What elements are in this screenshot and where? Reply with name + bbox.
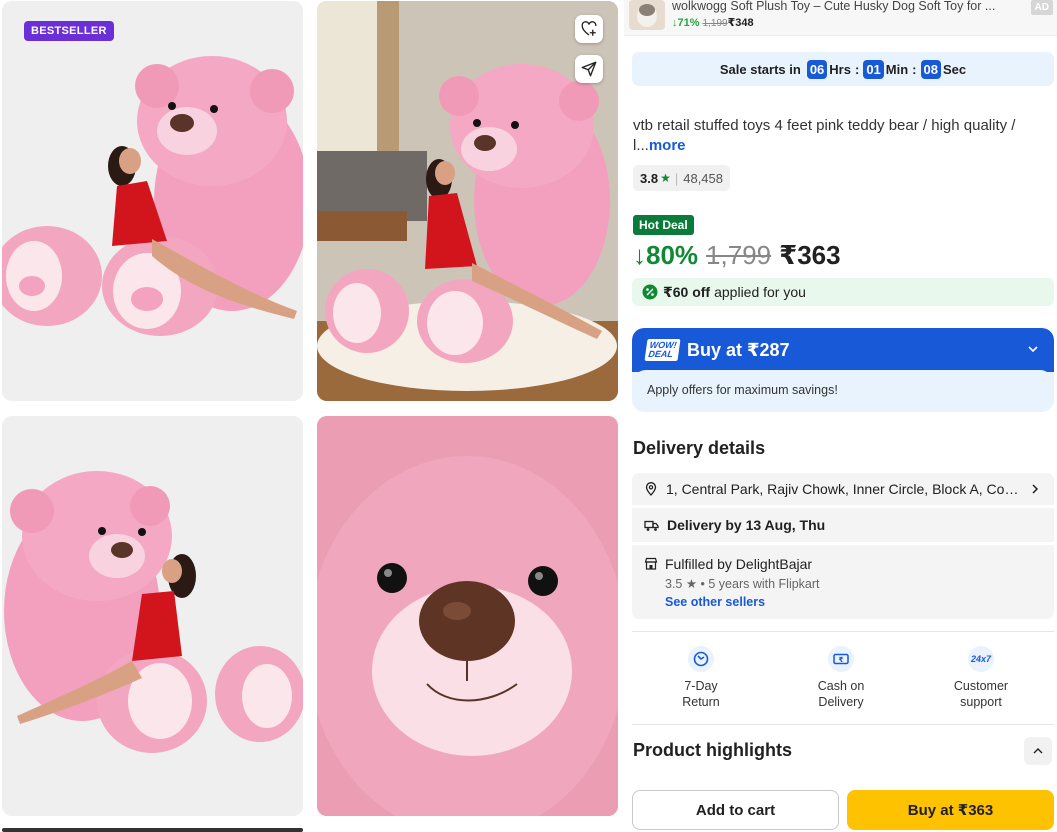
price-row: ↓80% 1,799 ₹363 (633, 240, 841, 271)
wow-deal-logo: WOW! DEAL (644, 339, 681, 361)
product-image-4[interactable] (317, 416, 618, 816)
rating-value: 3.8 (640, 170, 659, 186)
product-title: vtb retail stuffed toys 4 feet pink tedd… (633, 116, 1043, 156)
cod-line1: Cash on (817, 679, 865, 693)
ad-discount: ↓71% (672, 17, 700, 29)
support-24x7-icon: 24x7 (968, 646, 994, 672)
seller-info: Fulfilled by DelightBajar 3.5 ★ • 5 year… (632, 545, 1054, 619)
product-image-1[interactable]: BESTSELLER (2, 1, 303, 401)
countdown-separator: : (912, 61, 917, 77)
wishlist-button[interactable] (575, 15, 603, 43)
svg-text:₹: ₹ (839, 656, 844, 664)
ad-product-title: wolkwogg Soft Plush Toy – Cute Husky Dog… (672, 0, 996, 13)
teddy-bear-image-alt (2, 416, 303, 816)
offer-amount: ₹60 off (663, 283, 711, 300)
final-price: ₹363 (779, 240, 841, 270)
ad-mrp: 1,199 (702, 18, 728, 29)
delivery-date-row: Delivery by 13 Aug, Thu (632, 508, 1054, 542)
highlights-toggle-button[interactable] (1024, 737, 1052, 765)
offer-applied-banner: ₹60 off applied for you (632, 278, 1054, 306)
sale-countdown: Sale starts in 06 Hrs : 01 Min : 08 Sec (632, 52, 1054, 86)
see-other-sellers-link[interactable]: See other sellers (665, 595, 765, 609)
mrp-price: 1,799 (706, 240, 772, 270)
ad-product-price: ↓71% 1,199₹348 (672, 16, 754, 29)
rating-count: 48,458 (683, 170, 723, 186)
product-title-text: vtb retail stuffed toys 4 feet pink tedd… (633, 117, 1016, 154)
wow-deal-price: Buy at ₹287 (687, 339, 790, 360)
countdown-minutes: 01 (863, 59, 884, 79)
service-cod[interactable]: ₹ Cash on Delivery (791, 646, 891, 710)
divider (632, 631, 1054, 632)
service-return[interactable]: 7-Day Return (651, 646, 751, 710)
buy-now-button[interactable]: Buy at ₹363 (847, 790, 1054, 830)
cash-icon: ₹ (828, 646, 854, 672)
store-icon (644, 557, 658, 570)
husky-toy-image (629, 0, 665, 30)
service-support[interactable]: 24x7 Customer support (931, 646, 1031, 710)
rating-divider: | (674, 170, 679, 186)
truck-icon (644, 520, 659, 531)
return-icon (688, 646, 714, 672)
ad-tag: AD (1030, 0, 1053, 15)
ad-price-value: ₹348 (727, 17, 754, 29)
discount-percent: ↓80% (633, 240, 699, 270)
bestseller-badge: BESTSELLER (24, 21, 114, 41)
seconds-label: Sec (942, 61, 967, 77)
return-line1: 7-Day (684, 679, 718, 693)
share-button[interactable] (575, 55, 603, 83)
read-more-link[interactable]: more (649, 137, 686, 154)
cod-line2: Delivery (818, 695, 864, 709)
wow-deal-subtext: Apply offers for maximum savings! (632, 370, 1054, 410)
wow-logo-line2: DEAL (647, 349, 674, 359)
teddy-bear-image (2, 1, 303, 401)
sale-prefix: Sale starts in (719, 61, 801, 77)
delivery-date: Delivery by 13 Aug, Thu (667, 517, 826, 533)
chevron-up-icon (1033, 748, 1043, 754)
offer-tag-icon (642, 284, 658, 300)
rating-badge[interactable]: 3.8 ★ | 48,458 (633, 165, 730, 191)
delivery-heading: Delivery details (633, 438, 766, 458)
sponsored-product-bar[interactable]: wolkwogg Soft Plush Toy – Cute Husky Dog… (624, 0, 1057, 36)
support-line1: Customer (953, 679, 1009, 693)
delivery-address-row[interactable]: 1, Central Park, Rajiv Chowk, Inner Circ… (632, 473, 1054, 505)
chevron-down-icon[interactable] (1026, 342, 1040, 356)
teddy-bear-room-image (317, 1, 618, 401)
support-icon-text: 24x7 (970, 654, 992, 664)
location-pin-icon (645, 482, 657, 496)
return-line2: Return (682, 695, 720, 709)
next-image-edge (2, 828, 303, 832)
hours-label: Hrs (829, 61, 851, 77)
wow-deal-card[interactable]: WOW! DEAL Buy at ₹287 Apply offers for m… (632, 328, 1054, 412)
seller-meta: 3.5 ★ • 5 years with Flipkart (665, 577, 820, 591)
product-image-3[interactable] (2, 416, 303, 816)
chevron-right-icon (1032, 484, 1039, 494)
heart-plus-icon (581, 21, 597, 36)
product-highlights-heading: Product highlights (633, 740, 792, 760)
hot-deal-badge: Hot Deal (633, 215, 694, 235)
countdown-seconds: 08 (920, 59, 941, 79)
add-to-cart-button[interactable]: Add to cart (632, 790, 839, 830)
teddy-bear-closeup-image (317, 416, 618, 816)
delivery-address: 1, Central Park, Rajiv Chowk, Inner Circ… (666, 481, 1021, 497)
countdown-hours: 06 (806, 59, 828, 79)
wow-deal-header[interactable]: WOW! DEAL Buy at ₹287 (632, 328, 1054, 372)
support-line2: support (960, 695, 1002, 709)
star-icon: ★ (660, 171, 671, 185)
divider (632, 724, 1054, 725)
offer-text: applied for you (714, 284, 806, 300)
countdown-separator: : (854, 61, 860, 77)
seller-name: Fulfilled by DelightBajar (665, 556, 813, 572)
minutes-label: Min (885, 61, 909, 77)
product-image-2[interactable] (317, 1, 618, 401)
ad-product-thumbnail (629, 0, 665, 30)
share-icon (581, 61, 597, 77)
